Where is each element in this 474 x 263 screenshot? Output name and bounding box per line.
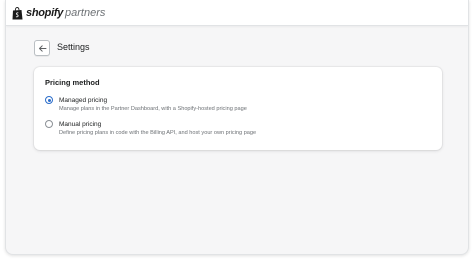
card-title: Pricing method	[45, 78, 100, 87]
option-label[interactable]: Managed pricing	[59, 96, 247, 105]
shopify-bag-icon	[12, 6, 23, 19]
option-help-text: Manage plans in the Partner Dashboard, w…	[59, 106, 247, 112]
option-managed-pricing[interactable]: Managed pricing Manage plans in the Part…	[45, 96, 247, 114]
brand-name: shopify	[26, 7, 64, 19]
option-help-text: Define pricing plans in code with the Bi…	[59, 130, 257, 136]
shopify-partners-logo[interactable]: shopify partners	[12, 5, 105, 21]
option-manual-pricing[interactable]: Manual pricing Define pricing plans in c…	[45, 120, 256, 138]
pricing-method-card: Pricing method Managed pricing Manage pl…	[34, 67, 442, 150]
option-label[interactable]: Manual pricing	[59, 120, 256, 129]
manual-pricing-radio[interactable]	[45, 120, 53, 128]
managed-pricing-radio[interactable]	[45, 96, 53, 104]
app-window: shopify partners Settings Pricing method…	[5, 0, 469, 255]
page-title: Settings	[57, 42, 90, 52]
top-bar: shopify partners	[6, 0, 468, 26]
brand-subtitle: partners	[65, 7, 106, 19]
back-button[interactable]	[34, 40, 50, 56]
arrow-left-icon	[38, 44, 46, 52]
